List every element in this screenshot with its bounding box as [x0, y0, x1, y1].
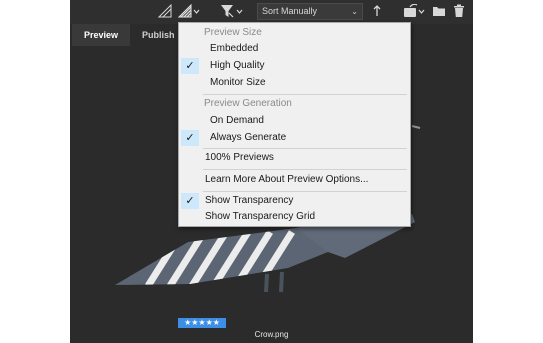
menu-item-show-transparency-grid[interactable]: Show Transparency Grid: [179, 209, 410, 225]
menu-item-always-generate[interactable]: ✓ Always Generate: [179, 130, 410, 146]
sort-direction-icon[interactable]: [372, 4, 382, 20]
chevron-down-icon: ⌄: [351, 7, 358, 16]
trash-icon[interactable]: [452, 4, 466, 20]
checkmark-icon: ✓: [181, 130, 199, 146]
rotate-icon[interactable]: [402, 4, 428, 20]
sort-dropdown[interactable]: Sort Manually ⌄: [257, 3, 363, 20]
checkmark-icon: ✓: [181, 58, 199, 74]
menu-separator: [203, 148, 407, 149]
menu-item-high-quality[interactable]: ✓ High Quality: [179, 58, 410, 74]
preview-options-menu: Preview Size Embedded ✓ High Quality Mon…: [178, 22, 411, 227]
quality-high-icon[interactable]: [178, 4, 200, 20]
checkmark-icon: ✓: [181, 193, 199, 209]
rating-stars[interactable]: ★★★★★: [178, 318, 226, 328]
menu-separator: [203, 191, 407, 192]
file-name: Crow.png: [254, 330, 289, 339]
sort-value: Sort Manually: [262, 6, 318, 16]
menu-item-100-previews[interactable]: 100% Previews: [179, 150, 410, 166]
menu-item-monitor-size[interactable]: Monitor Size: [179, 75, 410, 91]
menu-item-embedded[interactable]: Embedded: [179, 41, 410, 57]
menu-item-learn-more[interactable]: Learn More About Preview Options...: [179, 172, 410, 188]
filter-icon[interactable]: [220, 4, 246, 20]
menu-separator: [203, 94, 407, 95]
menu-item-show-transparency[interactable]: ✓ Show Transparency: [179, 193, 410, 209]
folder-icon[interactable]: [432, 4, 446, 20]
menu-header-preview-size: Preview Size: [204, 27, 262, 38]
menu-separator: [203, 169, 407, 170]
menu-header-preview-generation: Preview Generation: [204, 98, 292, 109]
quality-low-icon[interactable]: [158, 4, 172, 20]
menu-item-on-demand[interactable]: On Demand: [179, 113, 410, 129]
tab-preview[interactable]: Preview: [72, 24, 131, 46]
